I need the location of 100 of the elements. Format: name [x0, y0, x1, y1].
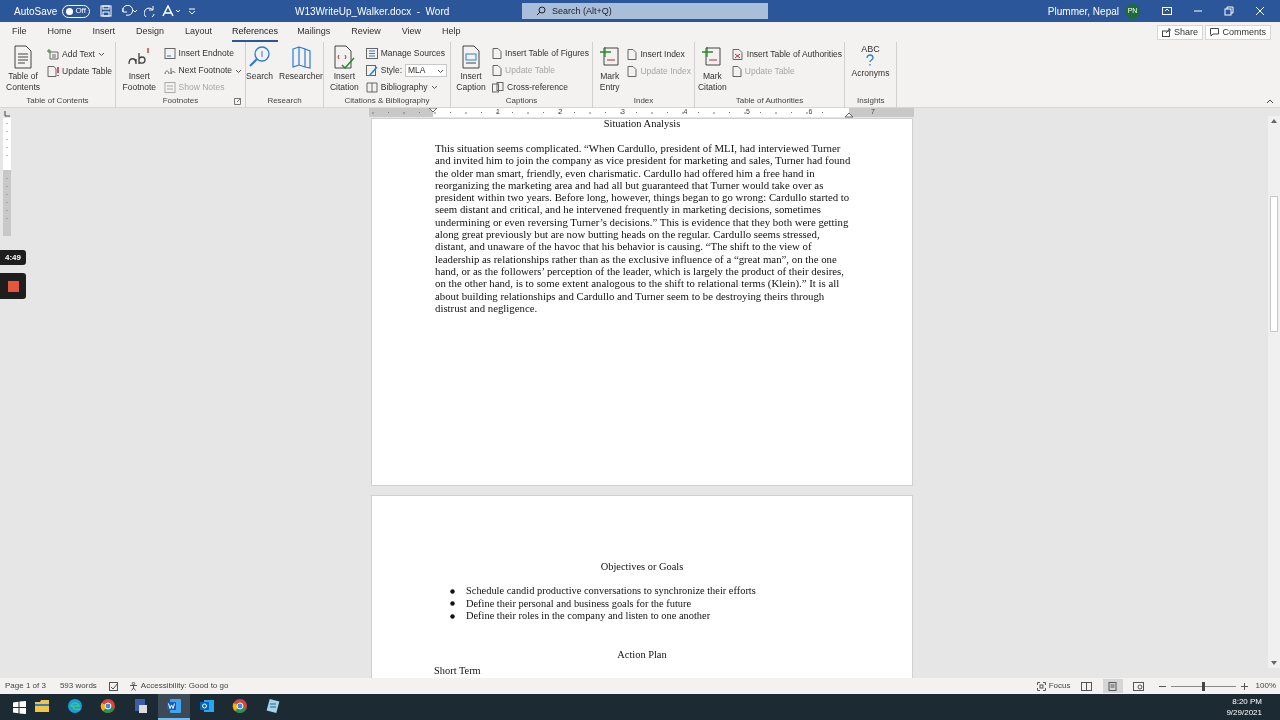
proofing-icon[interactable]: [108, 681, 119, 691]
mark-entry-icon: [701, 45, 724, 69]
ribbon-button[interactable]: ABC Acronyms: [850, 45, 891, 79]
ribbon-tab[interactable]: Insert: [92, 22, 116, 42]
ribbon-button[interactable]: Cross-reference: [492, 79, 568, 95]
focus-icon: [1036, 681, 1046, 691]
ribbon-button[interactable]: Bibliography: [365, 79, 438, 95]
word-icon: [166, 698, 182, 714]
group-label: Footnotes: [161, 95, 200, 106]
style-brush-icon: [365, 65, 378, 76]
ribbon-button[interactable]: Insert Caption: [454, 45, 489, 92]
word-count[interactable]: 593 words: [59, 680, 97, 692]
caret-icon: [235, 67, 242, 74]
customize-icon[interactable]: [187, 7, 196, 15]
clock-date[interactable]: 9/29/2021: [1226, 707, 1262, 718]
restore-icon[interactable]: [1224, 6, 1234, 16]
scroll-down-icon[interactable]: [1270, 660, 1278, 666]
scroll-thumb[interactable]: [1270, 196, 1278, 332]
share-button[interactable]: Share: [1156, 25, 1203, 40]
ribbon-button[interactable]: Insert Index: [627, 46, 685, 62]
section-heading: Action Plan: [616, 648, 668, 662]
ribbon-button[interactable]: Insert Table of Figures: [492, 46, 589, 62]
zoom-percent[interactable]: 100%: [1255, 680, 1276, 692]
view-button[interactable]: [1102, 679, 1123, 693]
ribbon-button[interactable]: Table of Contents: [3, 45, 44, 95]
ribbon-tab[interactable]: Design: [136, 22, 165, 42]
collapse-ribbon-icon[interactable]: [1266, 98, 1274, 104]
ribbon-display-icon[interactable]: [1162, 7, 1172, 15]
section-heading: Situation Analysis: [602, 119, 682, 131]
web-layout-icon: [1133, 681, 1145, 691]
caption-icon: [461, 45, 481, 69]
share-icon: [1161, 28, 1171, 37]
undo-icon[interactable]: [119, 5, 138, 17]
subheading: Short Term: [434, 665, 481, 677]
ribbon-button[interactable]: Mark Entry: [596, 45, 624, 92]
ribbon-button[interactable]: Next Footnote: [163, 62, 242, 79]
ribbon-tab[interactable]: View: [401, 22, 421, 42]
ribbon-button[interactable]: Insert Footnote: [119, 45, 160, 92]
endnote-icon: [163, 48, 176, 60]
save-icon[interactable]: [99, 5, 112, 17]
ribbon-tab[interactable]: Review: [351, 22, 381, 42]
body-paragraph[interactable]: This situation seems complicated. “When Cardullo, president of MLI, had interviewed Turner and invited him to join the company as vice president for marketing and sales, Turner had found the older man smart, friendly, even charismatic. Cardullo had offered him a free hand in reorganizing the marketing area and had all but guaranteed that Turner would take over as president within two years. Before long, however, things began to go wrong: Cardullo started to seem distant and critical, and he intervened frequently in marketing decisions, sometimes undermining or even reversing Turner’s decisions.” This is evidence that they both were getting along great previously but are now butting heads on the regular. Cardullo seems stressed, distant, and unaware of the havoc that his behavior is causing. “The shift to the view of leadership as relationships rather than as the exclusive influence of a “great man”, on the one hand, or as the followers’ perception of the leader, which is largely the product of their desires, on the other hand, is to some extent analogous to the shift to relational terms (Klein).” It is all about building relationships and Cardullo and Turner seem to be destroying theirs through distrust and negligence.: [435, 142, 851, 315]
group-label: Citations & Bibliography: [343, 95, 431, 106]
ribbon-button[interactable]: Manage Sources: [365, 46, 445, 62]
ribbon-tab[interactable]: File: [12, 22, 27, 42]
close-icon[interactable]: [1255, 6, 1265, 16]
accessibility-icon[interactable]: [161, 5, 182, 17]
clock-time[interactable]: 8:20 PM: [1232, 696, 1262, 707]
ribbon-button[interactable]: Mark Citation: [696, 45, 728, 92]
style-label: Style:: [380, 64, 402, 77]
dialog-launcher-icon[interactable]: [234, 98, 241, 105]
ribbon-button[interactable]: Insert Endnote: [163, 46, 234, 62]
stop-recording-button[interactable]: [0, 273, 26, 299]
bullet-item: Schedule candid productive conversations to synchronize their efforts: [466, 585, 756, 598]
manage-sources-icon: [365, 48, 378, 60]
group-label: Index: [632, 95, 655, 106]
group-label: Insights: [857, 95, 884, 106]
document-icon: [492, 48, 503, 60]
search-icon: [247, 45, 272, 69]
ribbon-button[interactable]: Search: [246, 45, 274, 82]
document-icon: [13, 45, 34, 69]
comments-button[interactable]: Comments: [1205, 25, 1271, 40]
folder-icon: [34, 698, 50, 714]
start-icon[interactable]: [13, 700, 26, 714]
accessibility-status[interactable]: Accessibility: Good to go: [128, 680, 229, 692]
ribbon-button[interactable]: Insert Table of Authorities: [731, 46, 843, 62]
ribbon-tab[interactable]: Help: [442, 22, 461, 42]
ribbon-button[interactable]: Update Table: [47, 63, 112, 79]
bullet-item: Define their personal and business goals for the future: [466, 597, 692, 611]
read-mode-icon: [1081, 681, 1093, 691]
ribbon-button[interactable]: Researcher: [278, 45, 323, 82]
zoom-in-icon[interactable]: [1240, 682, 1248, 690]
page-count[interactable]: Page 1 of 3: [5, 680, 46, 692]
search-field[interactable]: Search (Alt+Q): [522, 3, 768, 19]
group-label: Research: [266, 95, 303, 106]
zoom-slider-thumb[interactable]: [1201, 681, 1205, 691]
ribbon-button[interactable]: Insert Citation: [327, 45, 362, 95]
style-dropdown[interactable]: MLA: [405, 64, 447, 77]
bullet-icon: [450, 588, 455, 594]
caret-icon: [437, 67, 444, 74]
recording-timer: 4:49: [0, 250, 26, 265]
citation-icon: [333, 45, 356, 69]
group-label: Table of Authorities: [734, 95, 805, 106]
browser-icon: [232, 698, 248, 714]
redo-icon[interactable]: [143, 5, 156, 17]
update-table-icon: [47, 65, 60, 77]
mail-icon: [199, 698, 215, 714]
group-label: Captions: [504, 95, 539, 106]
ribbon-tab[interactable]: Layout: [185, 22, 213, 42]
focus-button[interactable]: Focus: [1036, 680, 1071, 692]
user-name: Plummer, Nepal: [1047, 4, 1119, 19]
ribbon-tab[interactable]: Home: [47, 22, 72, 42]
document-icon: [492, 65, 503, 76]
scroll-up-icon[interactable]: [1270, 118, 1278, 124]
add-text-icon: [47, 48, 60, 60]
ribbon-button[interactable]: Add Text: [47, 46, 105, 62]
books-icon: [289, 45, 312, 69]
print-layout-icon: [1107, 681, 1119, 691]
ribbon-tab[interactable]: Mailings: [297, 22, 331, 42]
show-notes-icon: [163, 81, 176, 93]
